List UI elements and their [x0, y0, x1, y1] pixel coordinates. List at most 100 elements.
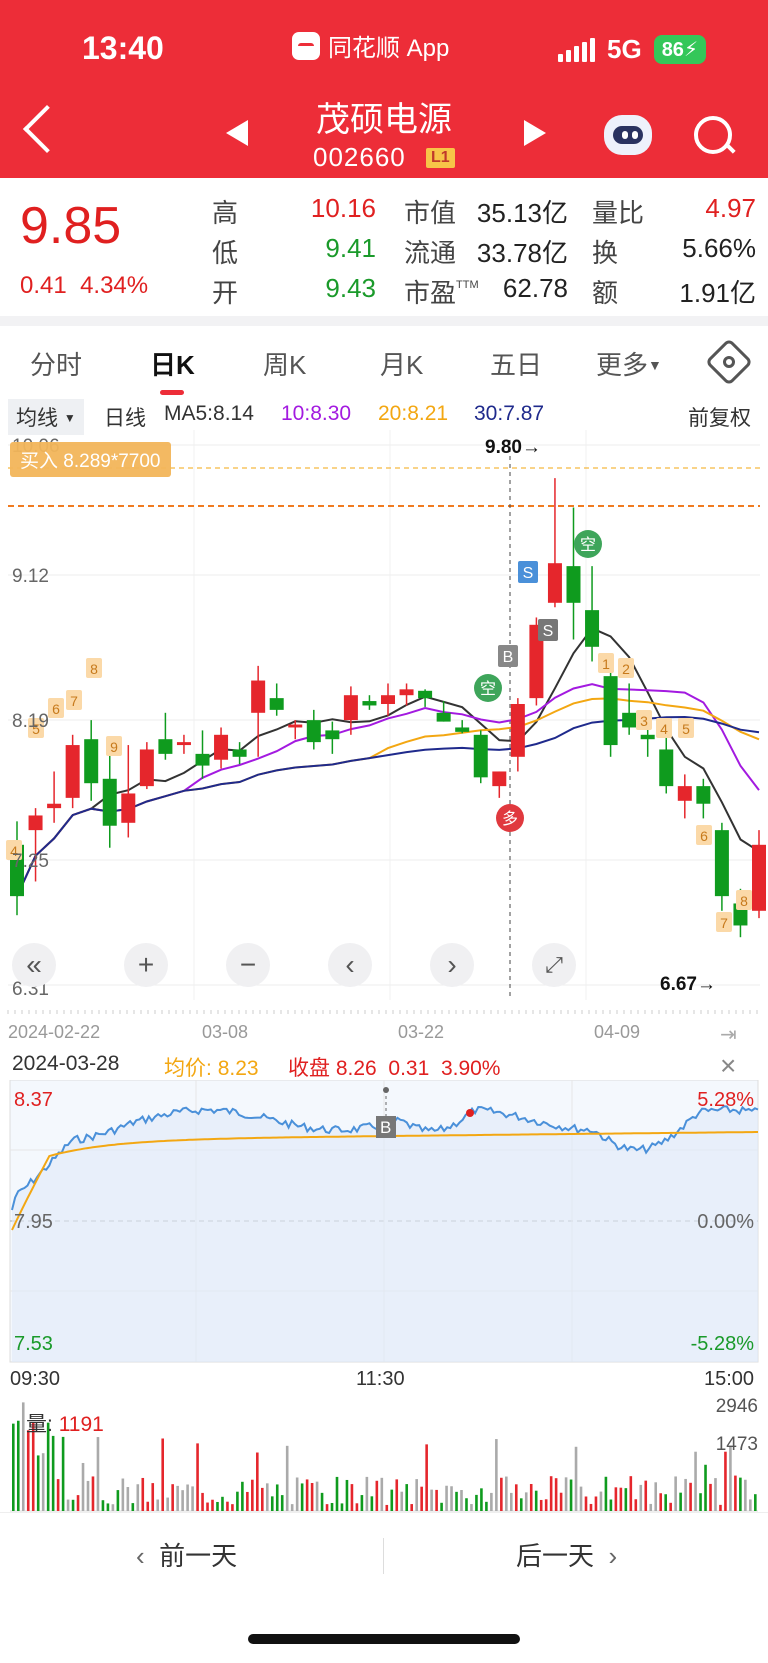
volume-bar [41, 1453, 45, 1511]
time-label-close: 15:00 [704, 1368, 755, 1390]
move-right-icon[interactable]: › [430, 943, 474, 987]
candle [139, 742, 154, 790]
volume-chart [10, 1402, 758, 1512]
volume-bar [689, 1482, 692, 1511]
next-day-label: 后一天 [516, 1541, 595, 1571]
kline-chart[interactable]: 45678912345678空空多SSB 10.06 9.12 8.19 7.2… [0, 430, 768, 1040]
rank-tag-label: 6 [52, 701, 60, 717]
signal-kong-1-label: 空 [480, 680, 496, 698]
status-app-name: 同花顺 App [328, 35, 450, 62]
volume-bar [380, 1477, 384, 1511]
next-stock-icon[interactable] [524, 120, 546, 146]
tab-five-day[interactable]: 五日 [490, 345, 542, 382]
tab-monthly-k[interactable]: 月K [380, 345, 423, 382]
signal-kong-2[interactable]: 空 [574, 530, 602, 558]
volume-bar [315, 1481, 319, 1511]
candle [381, 683, 395, 716]
scroll-start-icon[interactable]: « [12, 943, 56, 987]
move-left-icon[interactable]: ‹ [328, 943, 372, 987]
volume-bar [335, 1476, 339, 1511]
volume-bar [524, 1492, 528, 1511]
volume-bar [116, 1490, 120, 1511]
buy-badge[interactable]: 买入 8.289*7700 [10, 442, 171, 477]
prev-day-button[interactable]: ‹ 前一天 [136, 1536, 237, 1573]
volume-bar [549, 1476, 553, 1511]
volume-bar [674, 1476, 677, 1511]
intraday-date: 2024-03-28 [12, 1052, 120, 1075]
rank-tag-label: 2 [622, 661, 630, 677]
tab-daily-k[interactable]: 日K [150, 345, 195, 382]
rank-tag: 9 [106, 736, 122, 756]
candle [714, 822, 729, 911]
close-icon[interactable]: × [720, 1050, 736, 1082]
min-price-label: 6.67→ [660, 974, 716, 995]
volume-bar [206, 1502, 209, 1511]
settings-icon[interactable] [704, 337, 754, 387]
tab-more[interactable]: 更多▼ [596, 345, 662, 382]
search-icon[interactable] [694, 116, 732, 154]
intraday-top-pct: 5.28% [697, 1089, 754, 1111]
assistant-robot-icon[interactable] [604, 115, 652, 155]
candle-body [269, 698, 284, 710]
volume-bar [734, 1475, 737, 1511]
rank-tag-label: 4 [660, 721, 668, 737]
mktcap-label: 市值 [404, 198, 457, 228]
next-day-button[interactable]: 后一天 › [516, 1536, 617, 1573]
battery-level: 86 [661, 39, 684, 61]
signal-s-2[interactable]: S [538, 619, 558, 641]
intraday-chart[interactable]: B 8.37 7.95 7.53 5.28% 0.00% -5.28% [0, 1080, 768, 1370]
tab-intraday[interactable]: 分时 [30, 345, 82, 382]
volume-bar [505, 1476, 508, 1511]
candle-body [677, 786, 692, 801]
signal-b[interactable]: B [498, 645, 518, 667]
tab-underline [160, 390, 184, 395]
open-value: 9.43 [325, 273, 376, 303]
volume-bar [231, 1504, 234, 1511]
volume-bar [405, 1484, 409, 1511]
candle-body [436, 712, 451, 722]
volume-bar [26, 1430, 30, 1511]
volume-bar [634, 1499, 638, 1511]
volume-bar [340, 1503, 344, 1511]
candle-body [47, 803, 62, 809]
volume-bar [246, 1491, 249, 1511]
candle [269, 683, 284, 716]
volume-bar [534, 1490, 538, 1511]
volume-bar [579, 1486, 583, 1511]
candle-body [306, 720, 321, 743]
candle-body [288, 724, 303, 728]
scroll-end-icon[interactable]: ⇥ [720, 1022, 737, 1047]
ma10-value: 10:8.30 [281, 402, 352, 425]
volume-bar [495, 1439, 498, 1511]
volume-bar [624, 1488, 628, 1511]
adjust-mode[interactable]: 前复权 [688, 402, 751, 432]
volume-bar [261, 1487, 264, 1511]
volume-bar [415, 1479, 418, 1511]
turnover-label: 换 [592, 238, 619, 268]
zoom-in-icon[interactable]: + [124, 943, 168, 987]
signal-kong-1[interactable]: 空 [474, 674, 502, 702]
candle [306, 709, 321, 750]
high-label: 高 [212, 198, 239, 228]
volume-bar [325, 1504, 329, 1511]
rank-tag-label: 8 [740, 893, 748, 909]
signal-s-1[interactable]: S [518, 561, 538, 583]
volume-bar [435, 1489, 438, 1511]
intraday-bot-pct: -5.28% [691, 1333, 755, 1355]
rank-tag-label: 9 [110, 739, 118, 755]
candle-body [121, 793, 136, 823]
fullscreen-icon[interactable]: ⤢ [532, 943, 576, 987]
volume-bar [370, 1496, 374, 1511]
volume-bar [654, 1482, 658, 1511]
candle [677, 774, 692, 819]
tab-weekly-k[interactable]: 周K [263, 345, 306, 382]
volume-bar [141, 1477, 145, 1511]
volume-bar [136, 1484, 140, 1511]
zoom-out-icon[interactable]: − [226, 943, 270, 987]
volume-bar [16, 1420, 20, 1511]
volume-bar [490, 1492, 493, 1511]
current-price: 9.85 [20, 197, 122, 255]
candle-body [139, 749, 154, 787]
signal-duo[interactable]: 多 [496, 804, 524, 832]
candle [195, 730, 210, 779]
